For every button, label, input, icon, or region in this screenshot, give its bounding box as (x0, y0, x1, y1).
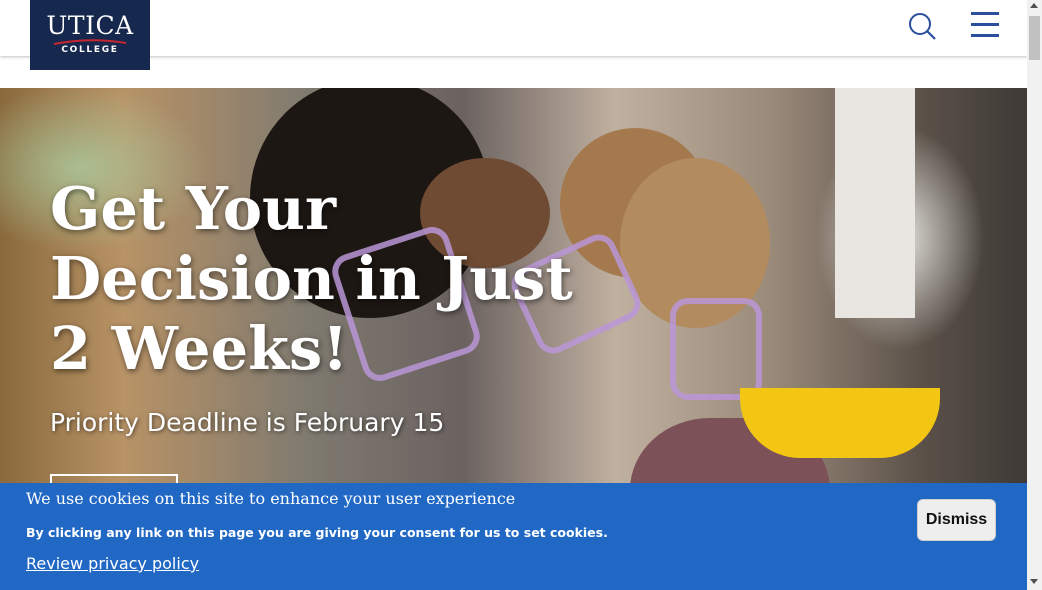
site-header: UTICA COLLEGE (0, 0, 1027, 70)
hero-title-line: Decision in Just (50, 244, 573, 313)
hamburger-menu-icon-bar (971, 34, 999, 37)
page-scrollbar[interactable] (1027, 0, 1042, 590)
dismiss-button[interactable]: Dismiss (917, 499, 996, 541)
hamburger-menu-icon-bar (971, 23, 999, 26)
scroll-up-arrow-icon[interactable] (1030, 3, 1038, 8)
page-viewport: UTICA COLLEGE Get Your Decision in Just … (0, 0, 1027, 590)
utica-college-logo[interactable]: UTICA COLLEGE (30, 0, 150, 70)
search-icon (909, 13, 936, 40)
scroll-down-arrow-icon[interactable] (1030, 579, 1038, 584)
cookie-banner: We use cookies on this site to enhance y… (0, 483, 1027, 590)
logo-wordmark: UTICA (46, 11, 134, 40)
cookie-consent-text: By clicking any link on this page you ar… (26, 525, 608, 540)
cookie-message: We use cookies on this site to enhance y… (26, 489, 516, 508)
hero-title-line: 2 Weeks! (50, 314, 349, 383)
logo-subtitle: COLLEGE (61, 45, 119, 55)
hero-title: Get Your Decision in Just 2 Weeks! (50, 174, 650, 384)
search-button[interactable] (906, 10, 938, 42)
hamburger-menu-icon-bar (971, 12, 999, 15)
scroll-thumb[interactable] (1029, 16, 1040, 60)
logo-swoosh (53, 39, 127, 45)
menu-button[interactable] (970, 12, 1002, 40)
hero-subtitle: Priority Deadline is February 15 (50, 408, 445, 437)
privacy-policy-link[interactable]: Review privacy policy (26, 554, 199, 573)
hero-title-line: Get Your (50, 174, 337, 243)
